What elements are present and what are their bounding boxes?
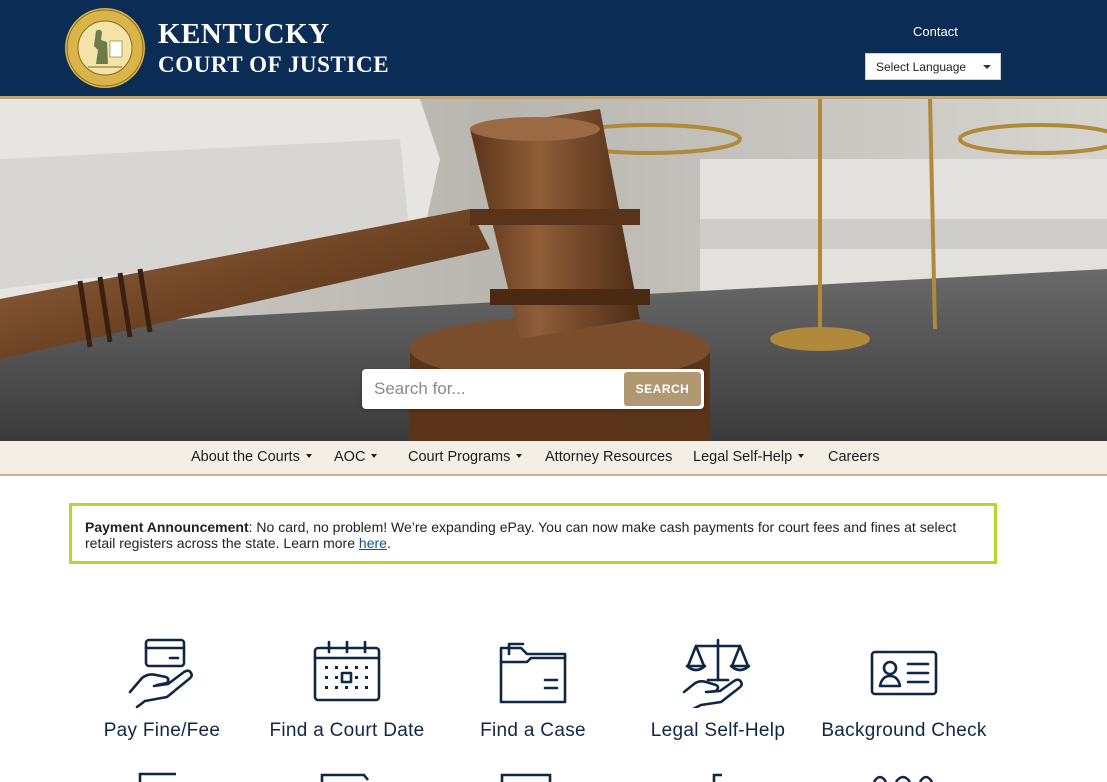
- announcement-link[interactable]: here: [359, 535, 387, 551]
- nav-item-aoc[interactable]: AOC: [334, 441, 378, 474]
- calendar-icon: [313, 640, 381, 702]
- main-nav: About the Courts AOC Court Programs Atto…: [0, 441, 1107, 476]
- hand-with-card-icon: [128, 638, 193, 708]
- hero-banner: SEARCH: [0, 99, 1107, 441]
- brand-line-2: COURT OF JUSTICE: [158, 52, 390, 77]
- folder-icon: [499, 642, 567, 704]
- nav-item-attorney-resources[interactable]: Attorney Resources: [545, 441, 672, 474]
- announcement-title: Payment Announcement: [85, 519, 249, 535]
- caret-down-icon: [516, 454, 523, 459]
- partial-tile-icon: [872, 775, 934, 782]
- nav-item-label: Careers: [828, 449, 880, 465]
- nav-item-legal-self-help[interactable]: Legal Self-Help: [693, 441, 805, 474]
- partial-tile-icon: [138, 772, 176, 782]
- site-header: KENTUCKY COURT OF JUSTICE Contact Select…: [0, 0, 1107, 96]
- service-legal-self-help[interactable]: Legal Self-Help: [628, 636, 808, 742]
- scales-in-hand-icon: [682, 638, 751, 708]
- service-label: Background Check: [821, 720, 987, 741]
- partial-tile-icon: [320, 773, 370, 782]
- nav-item-label: About the Courts: [191, 449, 300, 465]
- nav-item-court-programs[interactable]: Court Programs: [408, 441, 523, 474]
- caret-down-icon: [798, 454, 805, 459]
- nav-item-about-the-courts[interactable]: About the Courts: [191, 441, 312, 474]
- chevron-down-icon: [983, 65, 991, 69]
- site-search: SEARCH: [362, 369, 704, 409]
- nav-item-label: AOC: [334, 449, 366, 465]
- brand-title[interactable]: KENTUCKY COURT OF JUSTICE: [158, 18, 390, 77]
- payment-announcement: Payment Announcement: No card, no proble…: [69, 503, 997, 564]
- nav-item-careers[interactable]: Careers: [828, 441, 880, 474]
- service-find-a-case[interactable]: Find a Case: [443, 636, 623, 742]
- nav-item-label: Court Programs: [408, 449, 511, 465]
- nav-item-label: Legal Self-Help: [693, 449, 793, 465]
- partial-tile-icon: [712, 773, 722, 782]
- id-card-icon: [870, 650, 938, 696]
- service-pay-fine-fee[interactable]: Pay Fine/Fee: [72, 636, 252, 742]
- service-find-a-court-date[interactable]: Find a Court Date: [257, 636, 437, 742]
- search-button[interactable]: SEARCH: [624, 372, 701, 406]
- brand-line-1: KENTUCKY: [158, 18, 330, 50]
- service-label: Find a Case: [480, 720, 586, 741]
- service-label: Find a Court Date: [269, 720, 425, 741]
- caret-down-icon: [305, 454, 312, 459]
- nav-item-label: Attorney Resources: [545, 449, 673, 465]
- language-select[interactable]: Select Language: [865, 53, 1001, 80]
- kentucky-seal-logo[interactable]: [64, 7, 146, 89]
- partial-tile-icon: [500, 773, 552, 782]
- service-label: Legal Self-Help: [650, 720, 786, 741]
- service-background-check[interactable]: Background Check: [814, 636, 994, 742]
- caret-down-icon: [371, 454, 378, 459]
- contact-link[interactable]: Contact: [913, 24, 958, 39]
- language-select-value: Select Language: [876, 60, 967, 74]
- search-input[interactable]: [364, 371, 622, 407]
- service-label: Pay Fine/Fee: [103, 720, 221, 741]
- announcement-suffix: .: [386, 535, 391, 551]
